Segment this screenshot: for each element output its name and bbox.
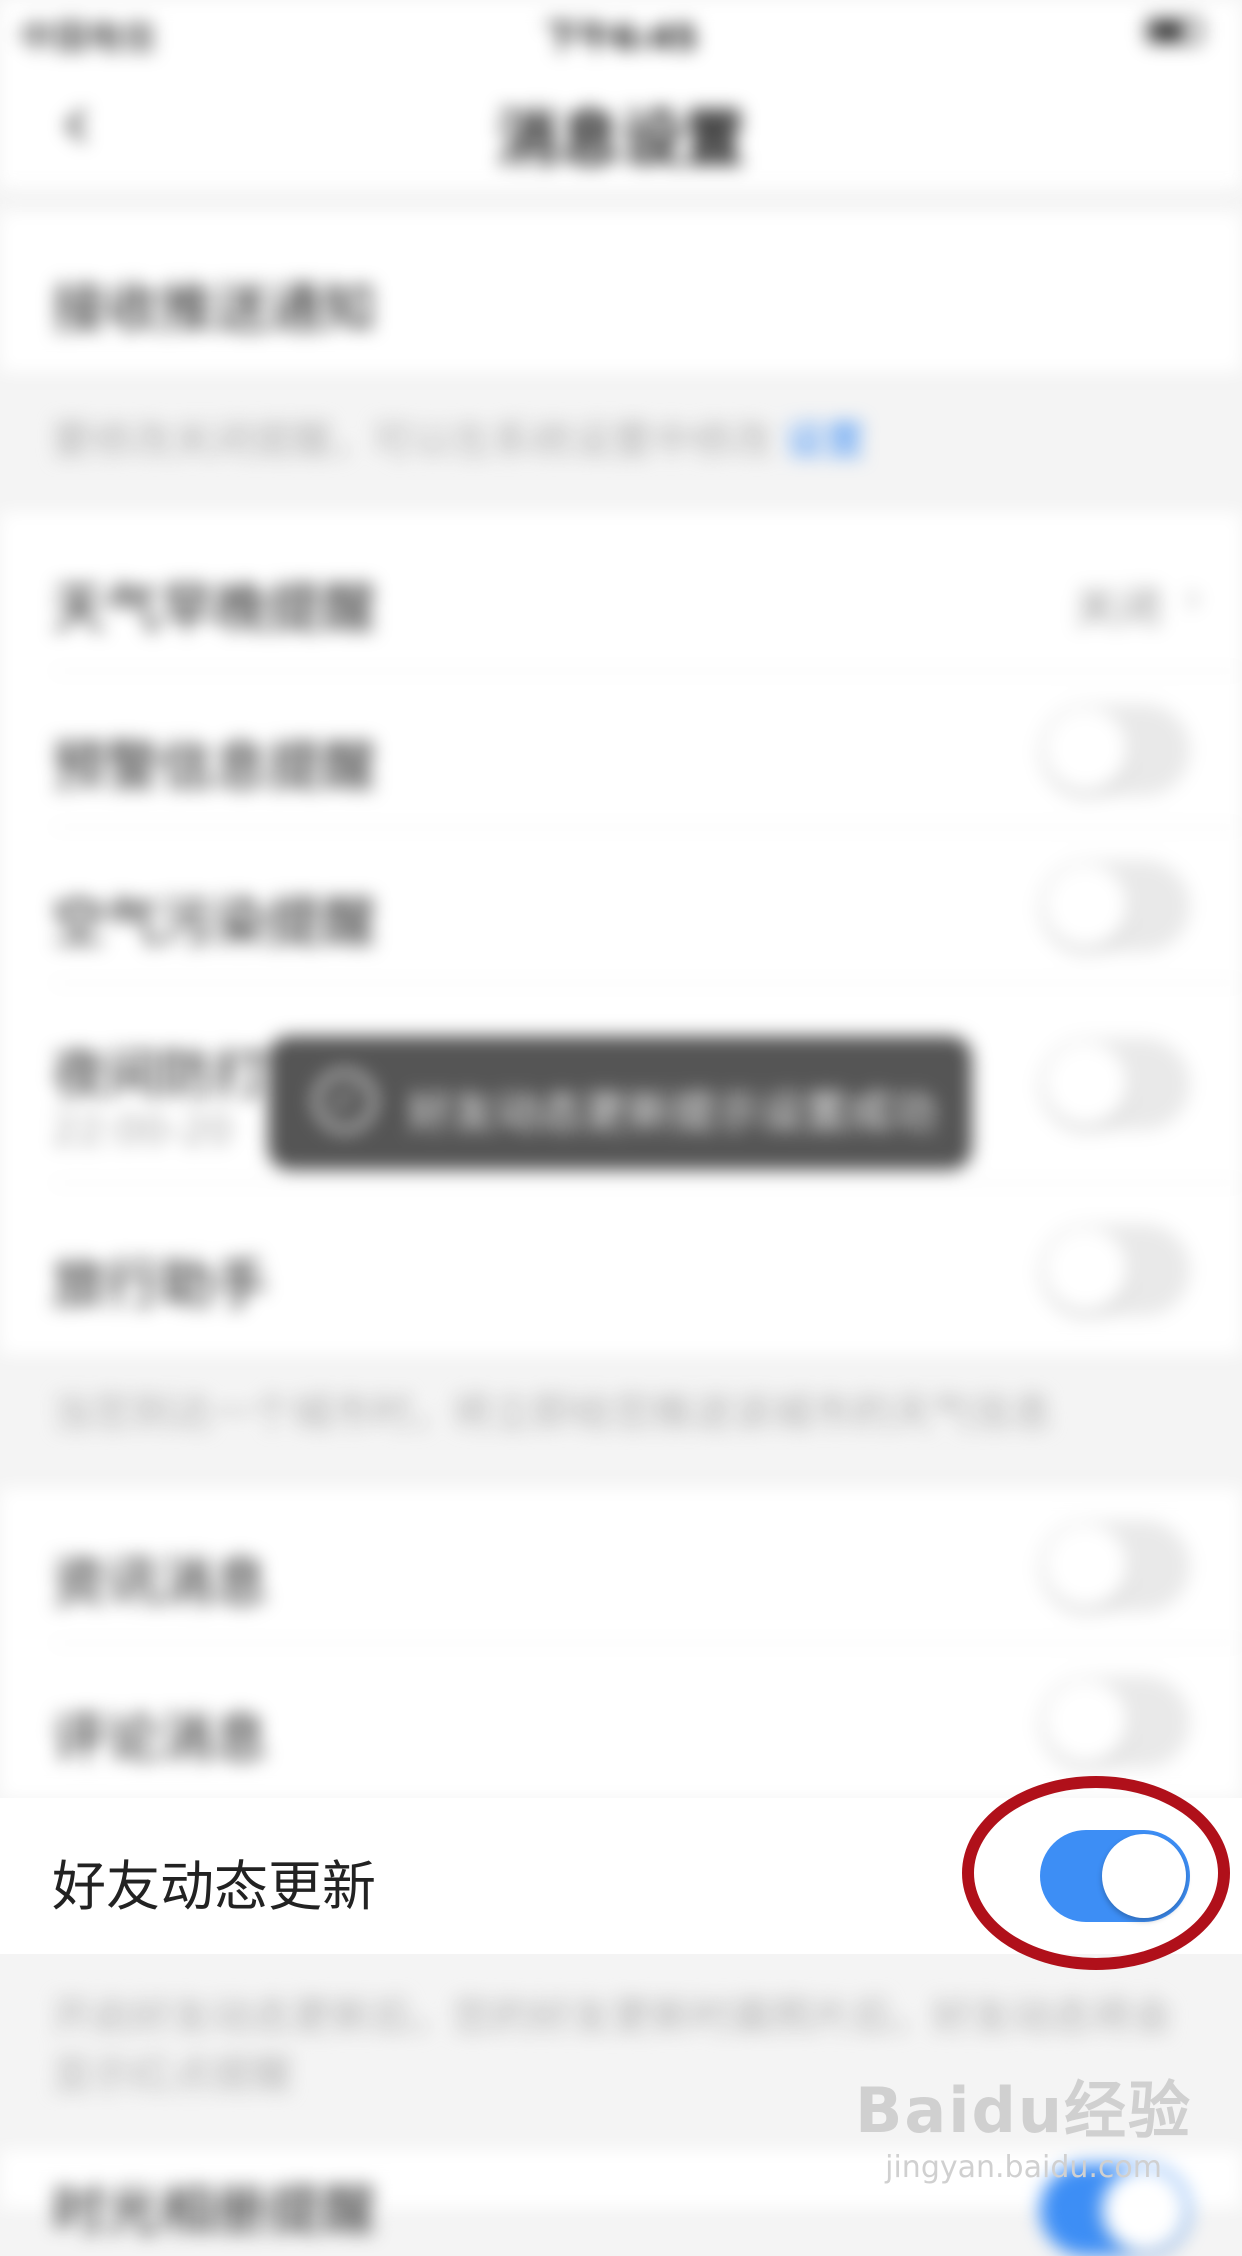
warning-toggle[interactable] — [1040, 704, 1190, 796]
comment-messages-toggle[interactable] — [1040, 1676, 1190, 1768]
air-pollution-label: 空气污染提醒 — [52, 891, 376, 954]
weather-reminder-value: 关闭 — [1074, 583, 1162, 634]
page-title: 消息设置 — [496, 102, 745, 175]
comment-messages-label: 评论消息 — [52, 1707, 268, 1770]
weather-reminder-label: 天气早晚提醒 — [52, 577, 376, 640]
warning-reminder-row: 预警信息提醒 — [0, 672, 1242, 828]
settings-link[interactable]: 设置 — [785, 418, 865, 464]
friends-update-label: 好友动态更新 — [52, 1855, 376, 1918]
night-dnd-time: 22:00-20 — [52, 1108, 233, 1154]
watermark-brand: Baidu经验 — [855, 2074, 1192, 2147]
toggle-knob — [1044, 1524, 1128, 1608]
toast: ✓ 好友动态更新提示设置成功 — [268, 1036, 972, 1170]
travel-assistant-label: 旅行助手 — [52, 1253, 268, 1316]
push-notification-row[interactable]: 接收推送通知 — [0, 212, 1242, 372]
travel-note: 当您到达一个城市时，将立即给您推送该城市的天气信息 — [52, 1390, 1052, 1436]
status-bar: 中国电信 下午6:45 — [0, 0, 1242, 60]
toggle-knob — [1044, 864, 1128, 948]
toggle-knob — [1044, 1228, 1128, 1312]
push-note: 要修改关闭提醒，可以在系统设置中修改 设置 — [52, 412, 1202, 470]
news-messages-toggle[interactable] — [1040, 1520, 1190, 1612]
push-note-text: 要修改关闭提醒，可以在系统设置中修改 — [52, 418, 785, 464]
status-time: 下午6:45 — [544, 18, 698, 58]
news-messages-label: 资讯消息 — [52, 1551, 268, 1614]
toggle-knob — [1044, 708, 1128, 792]
toggle-knob — [1044, 1042, 1128, 1126]
toast-message: 好友动态更新提示设置成功 — [408, 1087, 936, 1138]
air-pollution-row: 空气污染提醒 — [0, 828, 1242, 984]
chevron-right-icon: › — [1183, 570, 1202, 624]
comment-messages-row: 评论消息 — [0, 1644, 1242, 1798]
check-circle-icon: ✓ — [314, 1070, 376, 1132]
air-pollution-toggle[interactable] — [1040, 860, 1190, 952]
battery-icon — [1146, 18, 1202, 44]
push-notification-label: 接收推送通知 — [52, 277, 376, 340]
nav-bar: ‹ 消息设置 — [0, 60, 1242, 192]
weather-reminder-row[interactable]: 天气早晚提醒 关闭 › — [0, 512, 1242, 672]
watermark-url: jingyan.baidu.com — [885, 2150, 1162, 2185]
travel-assistant-toggle[interactable] — [1040, 1224, 1190, 1316]
photo-album-reminder-label: 时光相册提醒 — [52, 2179, 376, 2242]
night-dnd-toggle[interactable] — [1040, 1038, 1190, 1130]
news-messages-row: 资讯消息 — [0, 1488, 1242, 1644]
baidu-watermark: Baidu经验 jingyan.baidu.com — [855, 2060, 1192, 2185]
warning-reminder-label: 预警信息提醒 — [52, 735, 376, 798]
travel-assistant-row: 旅行助手 — [0, 1184, 1242, 1354]
annotation-circle — [962, 1776, 1230, 1970]
toggle-knob — [1044, 1680, 1128, 1764]
